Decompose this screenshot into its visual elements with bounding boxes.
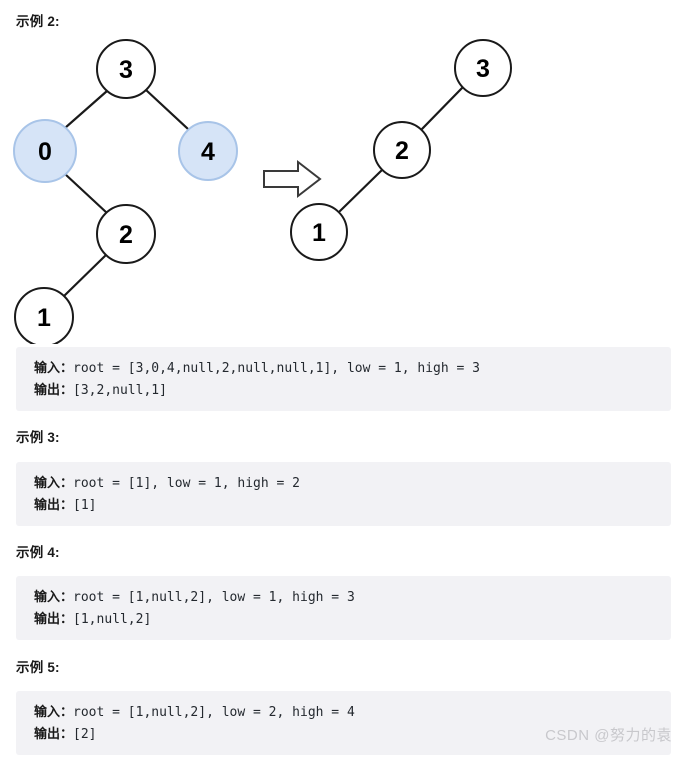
input-tag: 输入： bbox=[34, 475, 74, 490]
edge-0-to-2 bbox=[63, 172, 109, 215]
page-root: 示例 2: 3 0 4 2 1 3 2 1 输入：root = [3,0,4,n… bbox=[0, 0, 686, 757]
node-label: 3 bbox=[119, 56, 133, 84]
output-value: [3,2,null,1] bbox=[73, 383, 167, 398]
input-value: root = [1,null,2], low = 1, high = 3 bbox=[73, 590, 355, 605]
output-tag: 输出： bbox=[34, 382, 74, 397]
binary-tree-diagram: 3 0 4 2 1 3 2 1 bbox=[0, 24, 686, 344]
input-line: 输入：root = [3,0,4,null,2,null,null,1], lo… bbox=[34, 357, 671, 379]
edge-2-to-1 bbox=[62, 253, 108, 298]
input-line: 输入：root = [1], low = 1, high = 2 bbox=[34, 472, 671, 494]
node-label: 0 bbox=[38, 138, 52, 166]
right-arrow-icon bbox=[263, 159, 322, 199]
example-heading-3: 示例 3: bbox=[16, 430, 60, 445]
output-line: 输出：[3,2,null,1] bbox=[34, 379, 671, 401]
tree-node-3-input: 3 bbox=[96, 39, 156, 99]
node-label: 1 bbox=[37, 304, 51, 332]
output-value: [1,null,2] bbox=[73, 612, 152, 627]
node-label: 2 bbox=[119, 221, 133, 249]
output-tag: 输出： bbox=[34, 611, 74, 626]
tree-node-1-input: 1 bbox=[14, 287, 74, 344]
tree-node-4-input: 4 bbox=[178, 121, 238, 181]
tree-node-1-output: 1 bbox=[290, 203, 348, 261]
example-code-block-3: 输入：root = [1], low = 1, high = 2 输出：[1] bbox=[16, 462, 671, 526]
edge-3-to-0 bbox=[63, 89, 109, 130]
output-value: [1] bbox=[73, 498, 97, 513]
input-line: 输入：root = [1,null,2], low = 2, high = 4 bbox=[34, 701, 671, 723]
input-tree-nodes: 3 0 4 2 1 bbox=[13, 39, 238, 344]
example-code-block-5: 输入：root = [1,null,2], low = 2, high = 4 … bbox=[16, 691, 671, 755]
output-tag: 输出： bbox=[34, 497, 74, 512]
tree-node-3-output: 3 bbox=[454, 39, 512, 97]
input-tree-edges bbox=[62, 88, 190, 298]
example-heading-4: 示例 4: bbox=[16, 545, 60, 560]
csdn-watermark: CSDN @努力的袁 bbox=[545, 727, 672, 744]
tree-node-2-input: 2 bbox=[96, 204, 156, 264]
output-value: [2] bbox=[73, 727, 97, 742]
node-label: 4 bbox=[201, 138, 215, 166]
edge-out-2-to-1 bbox=[338, 168, 384, 213]
example-code-block-2: 输入：root = [3,0,4,null,2,null,null,1], lo… bbox=[16, 347, 671, 411]
output-tree-nodes: 3 2 1 bbox=[290, 39, 512, 261]
input-value: root = [1,null,2], low = 2, high = 4 bbox=[73, 705, 355, 720]
tree-node-0-input: 0 bbox=[13, 119, 77, 183]
output-line: 输出：[1,null,2] bbox=[34, 608, 671, 630]
example-heading-5: 示例 5: bbox=[16, 660, 60, 675]
input-tag: 输入： bbox=[34, 704, 74, 719]
output-tag: 输出： bbox=[34, 726, 74, 741]
output-line: 输出：[1] bbox=[34, 494, 671, 516]
tree-node-2-output: 2 bbox=[373, 121, 431, 179]
edge-out-3-to-2 bbox=[420, 85, 465, 131]
node-label: 2 bbox=[395, 137, 409, 165]
input-value: root = [1], low = 1, high = 2 bbox=[73, 476, 300, 491]
input-value: root = [3,0,4,null,2,null,null,1], low =… bbox=[73, 361, 481, 376]
node-label: 1 bbox=[312, 219, 326, 247]
input-line: 输入：root = [1,null,2], low = 1, high = 3 bbox=[34, 586, 671, 608]
input-tag: 输入： bbox=[34, 589, 74, 604]
example-code-block-4: 输入：root = [1,null,2], low = 1, high = 3 … bbox=[16, 576, 671, 640]
node-label: 3 bbox=[476, 55, 490, 83]
edge-3-to-4 bbox=[144, 88, 190, 131]
input-tag: 输入： bbox=[34, 360, 74, 375]
